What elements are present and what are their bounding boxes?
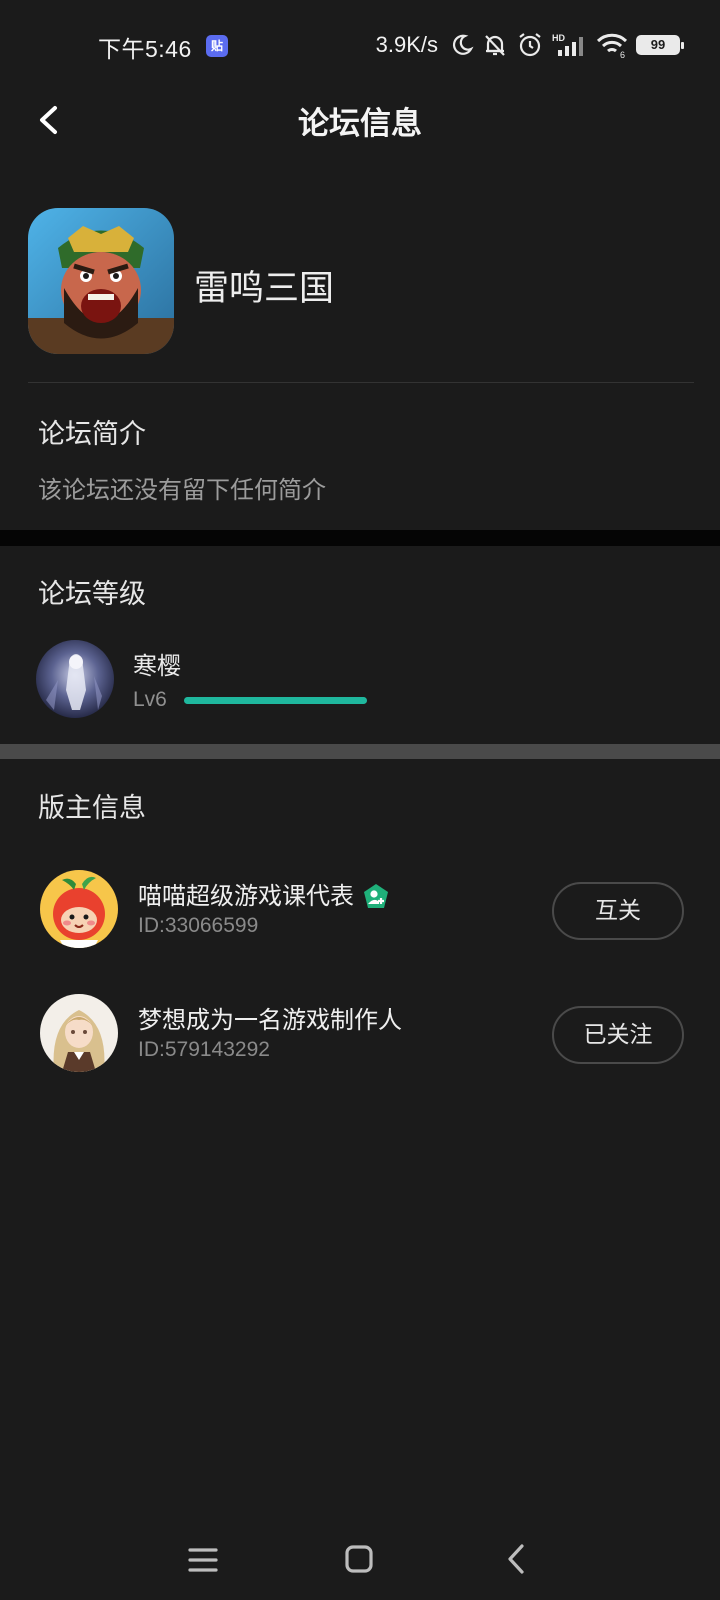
level-progress-bar	[184, 697, 367, 704]
level-label: Lv6	[133, 688, 167, 711]
network-speed: 3.9K/s	[375, 32, 438, 57]
status-time: 下午5:46	[98, 36, 192, 62]
section-separator	[0, 530, 720, 546]
avatar	[40, 994, 118, 1072]
level-progress-fill	[184, 697, 367, 704]
mutual-follow-button[interactable]: 互关	[552, 882, 684, 940]
moon-icon	[453, 34, 474, 55]
section-separator	[0, 744, 720, 759]
forum-intro-text: 该论坛还没有留下任何简介	[38, 476, 326, 504]
level-user-name: 寒樱	[133, 652, 181, 680]
avatar	[36, 640, 114, 718]
status-indicators: 3.9K/s HD 6 99	[375, 28, 684, 62]
recent-apps-button[interactable]	[178, 1538, 228, 1582]
moderator-row[interactable]: 喵喵超级游戏课代表 ID:33066599 互关	[40, 870, 684, 950]
following-button[interactable]: 已关注	[552, 1006, 684, 1064]
moderator-row[interactable]: 梦想成为一名游戏制作人 ID:579143292 已关注	[40, 994, 684, 1074]
wifi-icon: 6	[596, 33, 628, 58]
signal-hd-icon: HD	[552, 33, 583, 56]
system-back-button[interactable]	[492, 1538, 542, 1582]
game-name: 雷鸣三国	[194, 269, 335, 309]
bell-muted-icon	[485, 35, 505, 56]
divider	[28, 382, 694, 383]
status-bar: 下午5:46 贴 3.9K/s HD 6 99	[0, 0, 720, 90]
home-square-icon	[345, 1545, 373, 1573]
level-user-row[interactable]: 寒樱 Lv6	[36, 640, 536, 720]
alarm-icon	[519, 33, 541, 57]
moderator-id: ID:579143292	[138, 1038, 270, 1061]
nav-back-icon	[508, 1544, 524, 1574]
menu-icon	[188, 1548, 218, 1572]
moderator-name: 喵喵超级游戏课代表	[138, 876, 390, 911]
page-title: 论坛信息	[298, 106, 422, 142]
forum-level-title: 论坛等级	[38, 579, 146, 610]
verified-badge-icon	[364, 884, 388, 908]
forum-intro-title: 论坛简介	[38, 419, 146, 450]
header: 论坛信息	[0, 90, 720, 150]
moderator-id: ID:33066599	[138, 914, 259, 937]
home-button[interactable]	[334, 1538, 384, 1582]
battery-indicator: 99	[636, 35, 684, 55]
moderator-info-title: 版主信息	[38, 793, 146, 824]
moderator-name: 梦想成为一名游戏制作人	[138, 1006, 402, 1034]
svg-text:HD: HD	[552, 33, 565, 43]
system-nav-bar	[0, 1530, 720, 1600]
app-notification-badge: 贴	[206, 35, 228, 57]
svg-text:6: 6	[620, 50, 625, 58]
game-icon	[28, 208, 174, 354]
forum-game-info: 雷鸣三国	[28, 208, 692, 356]
avatar	[40, 870, 118, 948]
